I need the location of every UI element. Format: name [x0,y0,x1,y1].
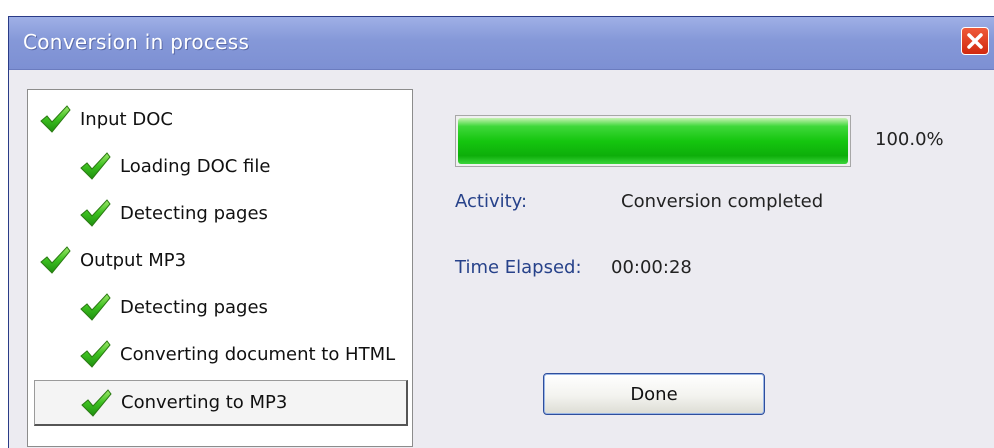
step-label: Converting to MP3 [121,392,288,413]
progress-bar-fill [458,118,848,164]
step-label: Converting document to HTML [120,343,396,365]
step-label: Detecting pages [120,296,268,318]
step-label: Input DOC [80,108,173,130]
conversion-dialog: Conversion in process Input DOC Loading … [8,16,994,448]
activity-label: Activity: [455,191,528,212]
step-input-doc: Input DOC [38,96,173,142]
check-icon [78,196,112,230]
step-label: Loading DOC file [120,155,271,177]
step-converting-to-html: Converting document to HTML [78,331,395,377]
check-icon [38,102,72,136]
conversion-steps-list: Input DOC Loading DOC file Detecting pag… [27,89,413,447]
check-icon [38,243,72,277]
window-title: Conversion in process [23,30,250,54]
step-label: Output MP3 [80,249,187,271]
step-output-mp3: Output MP3 [38,237,186,283]
progress-percent: 100.0% [875,129,944,150]
check-icon [79,386,113,420]
step-detecting-pages: Detecting pages [78,190,268,236]
check-icon [78,149,112,183]
step-loading-doc-file: Loading DOC file [78,143,270,189]
done-button[interactable]: Done [543,373,765,415]
step-label: Detecting pages [120,202,268,224]
activity-value: Conversion completed [621,191,824,212]
step-converting-to-mp3[interactable]: Converting to MP3 [34,380,408,426]
close-icon [967,33,983,49]
close-button[interactable] [961,27,989,55]
title-bar: Conversion in process [9,17,994,70]
time-elapsed-label: Time Elapsed: [455,257,582,278]
check-icon [78,290,112,324]
check-icon [78,337,112,371]
step-detecting-pages-output: Detecting pages [78,284,268,330]
time-elapsed-value: 00:00:28 [611,257,692,278]
progress-bar [455,115,851,167]
